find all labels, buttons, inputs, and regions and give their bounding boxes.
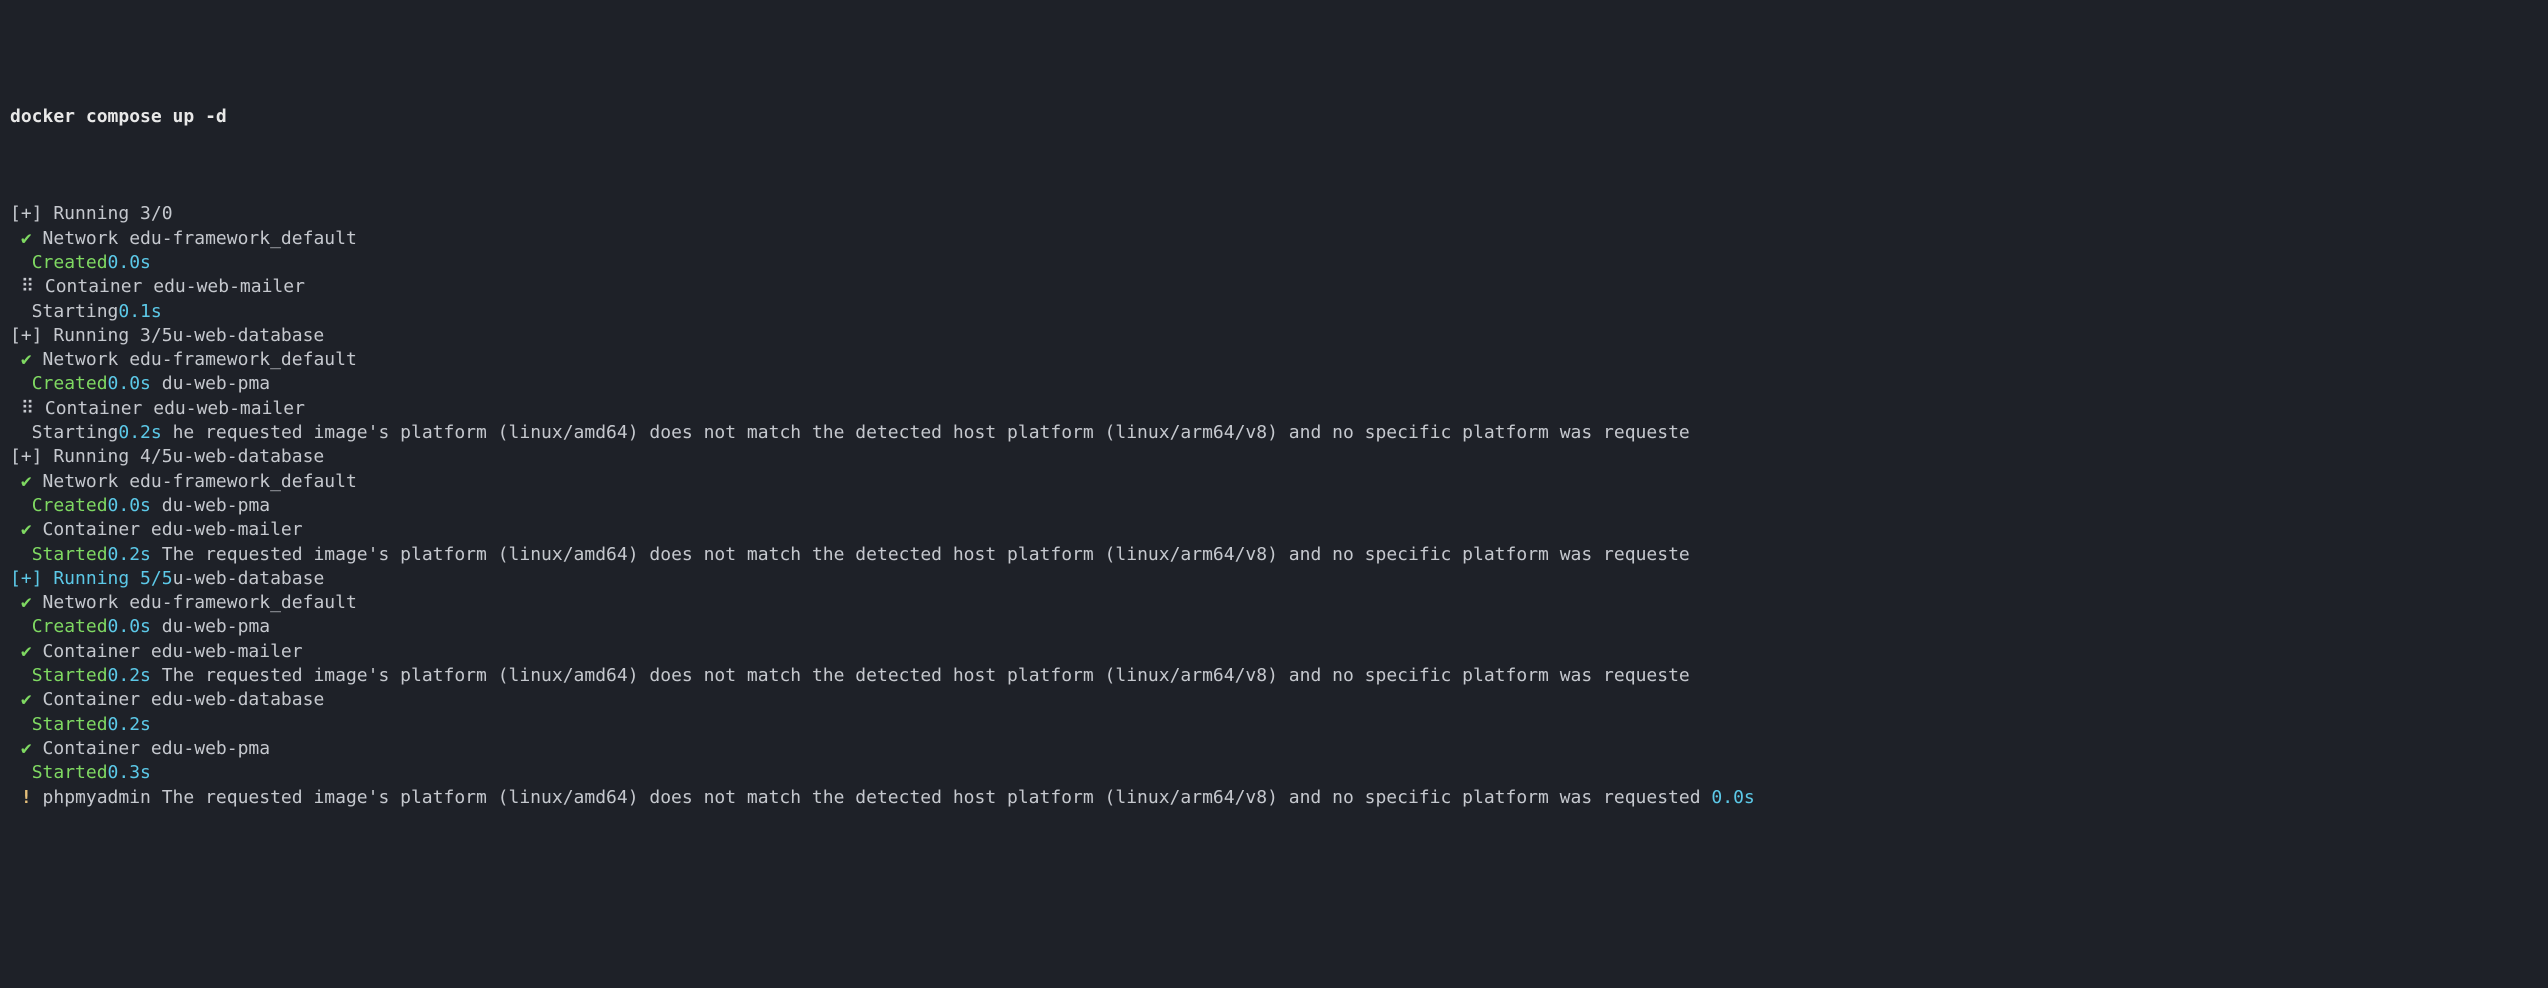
output-line: ! phpmyadmin The requested image's platf… [10, 786, 2538, 810]
output-segment: Created [32, 373, 108, 394]
output-segment: ⠿ [10, 276, 45, 297]
output-segment: Container edu-web-mailer [45, 398, 305, 419]
output-line: Started0.3s [10, 761, 2538, 785]
output-line: ✔ Network edu-framework_default [10, 348, 2538, 372]
output-segment: he requested image's platform (linux/amd… [162, 422, 1690, 443]
output-segment: 0.3s [108, 762, 151, 783]
output-line: [+] Running 5/5u-web-database [10, 567, 2538, 591]
output-segment: The requested image's platform (linux/am… [151, 544, 1690, 565]
output-line: ✔ Container edu-web-database [10, 688, 2538, 712]
output-segment: ✔ [10, 349, 43, 370]
output-line: ✔ Network edu-framework_default [10, 227, 2538, 251]
output-line: ✔ Container edu-web-mailer [10, 518, 2538, 542]
output-segment: Container edu-web-mailer [43, 641, 303, 662]
output-line: ✔ Container edu-web-mailer [10, 640, 2538, 664]
output-segment: 0.2s [108, 544, 151, 565]
output-segment: Started [32, 714, 108, 735]
output-segment: ✔ [10, 519, 43, 540]
output-segment: ⠿ [10, 398, 45, 419]
output-segment: Network edu-framework_default [43, 592, 357, 613]
output-segment: ✔ [10, 592, 43, 613]
output-segment: Container edu-web-mailer [43, 519, 303, 540]
blank-line [10, 155, 21, 176]
output-segment: Container edu-web-pma [43, 738, 271, 759]
output-line: ✔ Network edu-framework_default [10, 591, 2538, 615]
output-segment: u-web-database [173, 568, 325, 589]
output-segment: 0.0s [108, 252, 151, 273]
output-segment: phpmyadmin The requested image's platfor… [43, 787, 1712, 808]
output-segment: 0.1s [118, 301, 161, 322]
output-segment: Network edu-framework_default [43, 349, 357, 370]
output-segment: ✔ [10, 641, 43, 662]
output-segment: 0.0s [1711, 787, 1754, 808]
output-segment: [+] Running 3/0 [10, 203, 173, 224]
output-segment [10, 544, 32, 565]
output-segment: Started [32, 665, 108, 686]
output-line: ✔ Container edu-web-pma [10, 737, 2538, 761]
output-line: ✔ Network edu-framework_default [10, 470, 2538, 494]
output-segment: [+] Running 4/5u-web-database [10, 446, 324, 467]
output-segment [10, 252, 32, 273]
output-segment: ✔ [10, 689, 43, 710]
output-segment: ✔ [10, 471, 43, 492]
output-segment: [+] Running 3/5u-web-database [10, 325, 324, 346]
output-segment: 0.0s [108, 495, 151, 516]
output-segment [10, 714, 32, 735]
output-segment: Started [32, 544, 108, 565]
output-segment [10, 616, 32, 637]
output-segment: ! [10, 787, 43, 808]
command-line: docker compose up -d [10, 106, 227, 127]
terminal-output: [+] Running 3/0 ✔ Network edu-framework_… [10, 202, 2538, 809]
output-segment: Network edu-framework_default [43, 471, 357, 492]
output-line: Starting0.2s he requested image's platfo… [10, 421, 2538, 445]
output-line: Created0.0s du-web-pma [10, 372, 2538, 396]
output-segment [10, 665, 32, 686]
output-segment: Network edu-framework_default [43, 228, 357, 249]
output-line: Created0.0s du-web-pma [10, 494, 2538, 518]
output-segment [10, 373, 32, 394]
output-segment: 0.2s [108, 665, 151, 686]
output-line: ⠿ Container edu-web-mailer [10, 397, 2538, 421]
output-segment: Created [32, 616, 108, 637]
output-segment [10, 495, 32, 516]
output-segment: ✔ [10, 228, 43, 249]
output-segment: 0.2s [108, 714, 151, 735]
output-line: Started0.2s The requested image's platfo… [10, 664, 2538, 688]
output-line: Started0.2s The requested image's platfo… [10, 543, 2538, 567]
output-segment: Starting [10, 422, 118, 443]
output-segment: 0.2s [118, 422, 161, 443]
output-line: ⠿ Container edu-web-mailer [10, 275, 2538, 299]
output-line: Starting0.1s [10, 300, 2538, 324]
output-line: [+] Running 3/5u-web-database [10, 324, 2538, 348]
output-segment: 0.0s [108, 616, 151, 637]
output-line: Started0.2s [10, 713, 2538, 737]
output-line: Created0.0s du-web-pma [10, 615, 2538, 639]
output-segment: [+] Running 5/5 [10, 568, 173, 589]
output-segment [10, 762, 32, 783]
output-line: Created0.0s [10, 251, 2538, 275]
output-segment: du-web-pma [151, 495, 270, 516]
output-segment: Container edu-web-database [43, 689, 325, 710]
output-segment: Created [32, 252, 108, 273]
output-segment: du-web-pma [151, 373, 270, 394]
output-segment: 0.0s [108, 373, 151, 394]
output-line: [+] Running 3/0 [10, 202, 2538, 226]
output-line: [+] Running 4/5u-web-database [10, 445, 2538, 469]
output-segment: The requested image's platform (linux/am… [151, 665, 1690, 686]
output-segment: Started [32, 762, 108, 783]
output-segment: Starting [10, 301, 118, 322]
output-segment: ✔ [10, 738, 43, 759]
output-segment: du-web-pma [151, 616, 270, 637]
output-segment: Container edu-web-mailer [45, 276, 305, 297]
output-segment: Created [32, 495, 108, 516]
